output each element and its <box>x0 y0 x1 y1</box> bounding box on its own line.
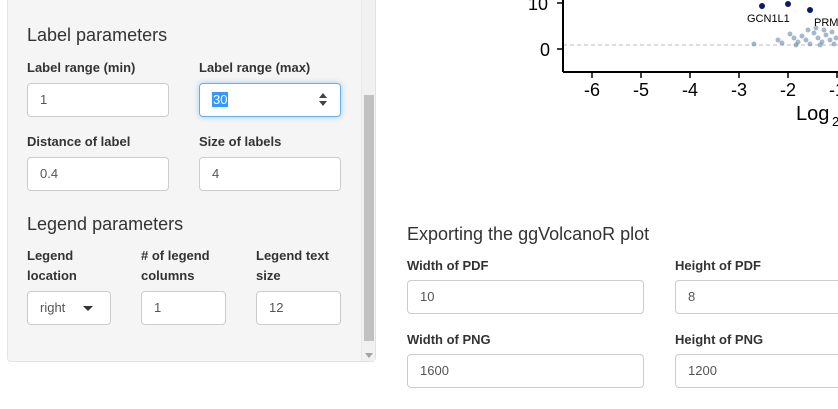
volcano-plot-svg: 10 0 -6 -5 -4 -3 -2 -1 GCN1L1 PRM Log 2 <box>528 0 838 129</box>
y-tick-label: 10 <box>528 0 548 14</box>
legend-location-value: right <box>40 300 66 315</box>
panel-scrollbar[interactable] <box>361 0 375 361</box>
chevron-down-icon <box>83 306 93 311</box>
x-tick-label: -5 <box>633 80 649 100</box>
x-tick-label: -2 <box>780 80 796 100</box>
data-point <box>779 40 785 46</box>
png-width-label: Width of PNG <box>407 332 491 347</box>
legend-textsize-label-line2: size <box>256 268 281 283</box>
data-point <box>815 35 821 41</box>
legend-columns-input[interactable]: 1 <box>141 291 226 325</box>
png-height-input[interactable]: 1200 <box>675 354 838 388</box>
legend-textsize-input[interactable]: 12 <box>256 291 341 325</box>
x-tick-label: -3 <box>731 80 747 100</box>
pdf-width-label: Width of PDF <box>407 258 489 273</box>
label-size-label: Size of labels <box>199 134 282 149</box>
label-range-min-input[interactable]: 1 <box>27 83 169 117</box>
x-tick-label: -6 <box>584 80 600 100</box>
data-point <box>775 37 781 43</box>
data-point <box>791 35 797 41</box>
legend-location-label: Legend location <box>27 246 77 286</box>
data-point <box>833 35 838 41</box>
data-point <box>827 37 833 43</box>
x-tick-label: -1 <box>829 80 838 100</box>
x-tick-label: -4 <box>682 80 698 100</box>
label-range-max-value: 30 <box>212 92 229 107</box>
legend-textsize-label: Legend text size <box>256 246 329 286</box>
data-point <box>759 3 765 9</box>
data-point <box>805 27 811 33</box>
legend-location-select[interactable]: right <box>27 291 111 325</box>
x-axis-title-subscript: 2 <box>832 114 838 129</box>
volcano-plot: 10 0 -6 -5 -4 -3 -2 -1 GCN1L1 PRM Log 2 <box>520 0 838 140</box>
label-distance-label: Distance of label <box>27 134 131 149</box>
settings-panel-content: Label parameters Label range (min) 1 Lab… <box>8 0 363 361</box>
x-ticks-group: -6 -5 -4 -3 -2 -1 <box>584 72 838 100</box>
data-point <box>831 41 837 47</box>
data-point <box>823 32 829 38</box>
png-width-input[interactable]: 1600 <box>407 354 644 388</box>
pdf-height-input[interactable]: 8 <box>675 280 838 314</box>
label-range-min-label: Label range (min) <box>27 60 136 75</box>
legend-columns-label-line2: columns <box>141 268 195 283</box>
gene-label: GCN1L1 <box>747 13 790 25</box>
legend-parameters-heading: Legend parameters <box>27 214 184 234</box>
data-point <box>799 33 805 39</box>
export-heading: Exporting the ggVolcanoR plot <box>407 224 650 244</box>
y-tick-label: 0 <box>540 40 550 60</box>
data-point <box>807 7 813 13</box>
pdf-height-label: Height of PDF <box>675 258 761 273</box>
label-range-max-input[interactable]: 30 <box>199 83 341 117</box>
legend-textsize-label-line1: Legend text <box>256 248 329 263</box>
data-point <box>817 42 823 48</box>
scroll-down-arrow-icon[interactable] <box>365 353 373 358</box>
data-point <box>829 29 835 35</box>
label-size-input[interactable]: 4 <box>199 157 341 191</box>
number-spinner-icon[interactable] <box>319 93 328 107</box>
label-distance-input[interactable]: 0.4 <box>27 157 169 191</box>
label-range-max-label: Label range (max) <box>199 60 311 75</box>
data-point <box>787 31 793 37</box>
data-point <box>807 41 813 47</box>
settings-panel: Label parameters Label range (min) 1 Lab… <box>7 0 376 362</box>
legend-location-label-line1: Legend <box>27 248 74 263</box>
png-height-label: Height of PNG <box>675 332 764 347</box>
data-point <box>803 37 809 43</box>
data-point <box>793 42 799 48</box>
label-parameters-heading: Label parameters <box>27 25 168 45</box>
data-point <box>785 1 791 7</box>
data-point <box>751 41 757 47</box>
x-axis-title: Log <box>796 103 829 125</box>
legend-columns-label-line1: # of legend <box>141 248 210 263</box>
legend-columns-label: # of legend columns <box>141 246 210 286</box>
legend-location-label-line2: location <box>27 268 77 283</box>
gene-label: PRM <box>814 17 838 29</box>
data-point <box>811 30 817 36</box>
pdf-width-input[interactable]: 10 <box>407 280 644 314</box>
scrollbar-thumb[interactable] <box>364 95 374 341</box>
